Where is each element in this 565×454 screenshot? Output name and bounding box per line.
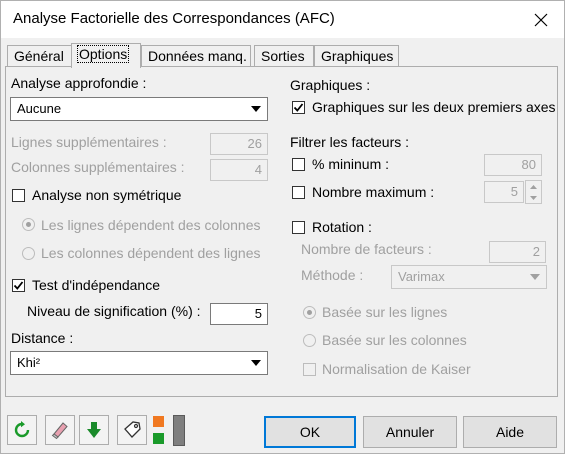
splitter-handle[interactable]: [173, 415, 185, 446]
tab-general[interactable]: Général: [7, 45, 73, 67]
kaiser-checkbox[interactable]: [303, 363, 316, 376]
tab-label: Sorties: [261, 48, 305, 64]
min-label: % mininum :: [312, 156, 390, 172]
spin-down-icon[interactable]: [526, 192, 541, 203]
download-button[interactable]: [79, 415, 109, 445]
options-panel: Analyse approfondie : Aucune Lignes supp…: [5, 66, 558, 397]
checkmark-icon: [13, 281, 24, 290]
graphiques-checkbox[interactable]: [292, 101, 305, 114]
max-spinner[interactable]: [525, 180, 542, 204]
dialog-window: Analyse Factorielle des Correspondances …: [0, 0, 565, 454]
eraser-icon: [51, 422, 68, 440]
tab-label: Options: [76, 45, 130, 63]
tab-label: Général: [14, 48, 64, 64]
close-icon: [534, 13, 548, 26]
kaiser-label: Normalisation de Kaiser: [322, 361, 471, 377]
spin-up-icon[interactable]: [526, 181, 541, 192]
analyse-value: Aucune: [17, 101, 62, 116]
radio-basee-lignes-label: Basée sur les lignes: [322, 304, 448, 320]
tab-sorties[interactable]: Sorties: [254, 45, 314, 67]
chevron-down-icon: [246, 353, 266, 373]
tab-options[interactable]: Options: [71, 43, 141, 68]
nb-facteurs-input[interactable]: 2: [489, 241, 546, 263]
methode-label: Méthode :: [301, 267, 364, 283]
chevron-down-icon: [525, 267, 545, 287]
tag-icon: [124, 421, 141, 438]
distance-value: Khi²: [17, 355, 41, 370]
chevron-down-icon: [246, 99, 266, 119]
checkmark-icon: [293, 103, 304, 112]
max-checkbox[interactable]: [292, 186, 305, 199]
radio-basee-colonnes[interactable]: [303, 334, 316, 347]
color-swatch-icon: [153, 416, 167, 446]
rotation-label: Rotation :: [312, 219, 372, 235]
filtrer-label: Filtrer les facteurs :: [290, 134, 410, 150]
lignes-sup-label: Lignes supplémentaires :: [11, 134, 167, 150]
test-independance-label: Test d'indépendance: [32, 277, 160, 293]
radio-colonnes-dependent[interactable]: [22, 247, 35, 260]
max-input[interactable]: 5: [484, 181, 524, 203]
non-symetrique-label: Analyse non symétrique: [32, 187, 182, 203]
radio-lignes-dependent[interactable]: [22, 218, 35, 231]
max-label: Nombre maximum :: [312, 184, 435, 200]
graphiques-check-label: Graphiques sur les deux premiers axes: [312, 99, 556, 115]
title-bar: Analyse Factorielle des Correspondances …: [1, 1, 564, 38]
tab-label: Données manq.: [148, 48, 247, 64]
analyse-label: Analyse approfondie :: [11, 75, 147, 91]
arrow-down-icon: [87, 422, 101, 438]
test-independance-checkbox[interactable]: [12, 279, 25, 292]
radio-colonnes-label: Les colonnes dépendent des lignes: [41, 245, 261, 261]
distance-select[interactable]: Khi²: [10, 351, 268, 375]
lignes-sup-input[interactable]: 26: [210, 133, 268, 155]
radio-basee-lignes[interactable]: [303, 306, 316, 319]
close-button[interactable]: [518, 1, 564, 38]
nb-facteurs-label: Nombre de facteurs :: [301, 241, 432, 257]
methode-select[interactable]: Varimax: [391, 265, 547, 289]
refresh-icon: [14, 421, 30, 438]
tab-graphiques[interactable]: Graphiques: [314, 45, 399, 67]
reset-button[interactable]: [7, 415, 37, 445]
min-checkbox[interactable]: [292, 158, 305, 171]
tab-donnees-manquantes[interactable]: Données manq.: [141, 45, 251, 67]
radio-lignes-label: Les lignes dépendent des colonnes: [41, 217, 261, 233]
tab-label: Graphiques: [321, 48, 394, 64]
niveau-label: Niveau de signification (%) :: [27, 303, 201, 319]
radio-basee-colonnes-label: Basée sur les colonnes: [322, 332, 467, 348]
colonnes-sup-input[interactable]: 4: [210, 159, 268, 181]
annuler-button[interactable]: Annuler: [363, 416, 457, 448]
ok-button[interactable]: OK: [264, 416, 356, 448]
tag-button[interactable]: [117, 415, 147, 445]
window-title: Analyse Factorielle des Correspondances …: [13, 10, 335, 27]
analyse-select[interactable]: Aucune: [10, 97, 268, 121]
graphiques-label: Graphiques :: [290, 77, 371, 93]
non-symetrique-checkbox[interactable]: [12, 189, 25, 202]
niveau-input[interactable]: 5: [210, 303, 268, 325]
aide-button[interactable]: Aide: [463, 416, 557, 448]
methode-value: Varimax: [398, 269, 445, 284]
clear-button[interactable]: [45, 415, 75, 445]
colonnes-sup-label: Colonnes supplémentaires :: [11, 159, 185, 175]
rotation-checkbox[interactable]: [292, 221, 305, 234]
min-input[interactable]: 80: [484, 154, 542, 176]
distance-label: Distance :: [11, 330, 74, 346]
